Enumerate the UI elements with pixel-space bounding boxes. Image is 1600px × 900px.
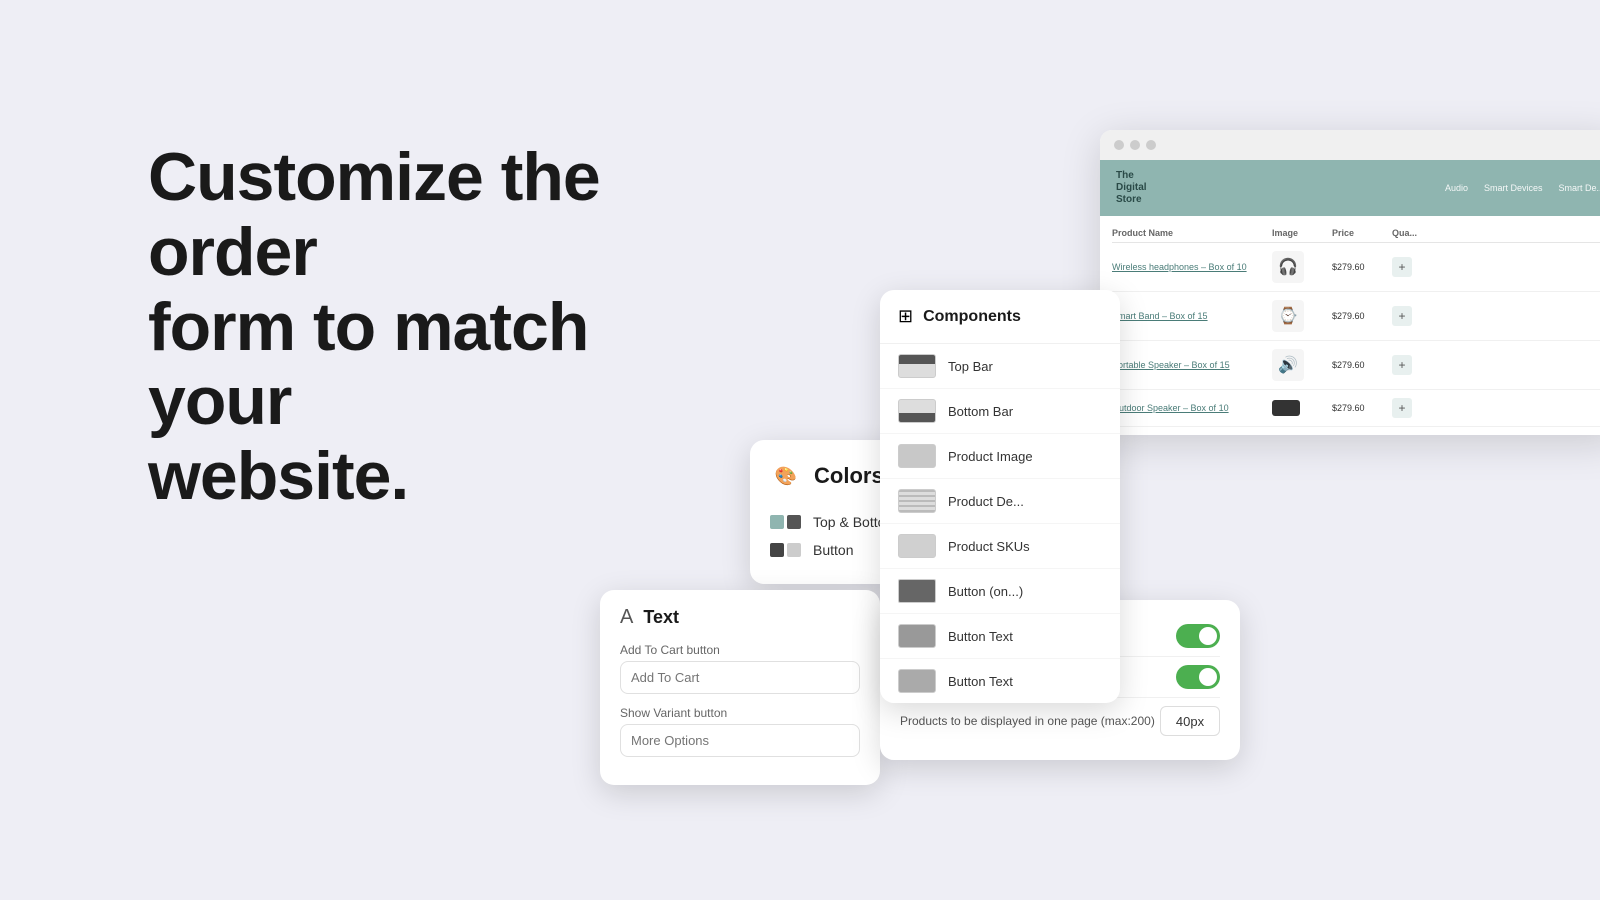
product-price-2: $279.60 <box>1332 360 1392 370</box>
component-item-prodde[interactable]: Product De... <box>880 479 1120 524</box>
product-price-0: $279.60 <box>1332 262 1392 272</box>
buttonon-preview <box>898 579 936 603</box>
table-row: Outdoor Speaker – Box of 10 $279.60 + <box>1112 390 1600 427</box>
bottombar-label: Bottom Bar <box>948 404 1013 419</box>
prodsku-label: Product SKUs <box>948 539 1030 554</box>
button-label: Button <box>813 542 853 558</box>
qty-btn-0[interactable]: + <box>1392 257 1412 277</box>
browser-dot-2 <box>1130 140 1140 150</box>
products-per-page-row: Products to be displayed in one page (ma… <box>900 698 1220 744</box>
product-price-3: $279.60 <box>1332 403 1392 413</box>
variant-images-toggle[interactable] <box>1176 624 1220 648</box>
store-nav-item-smart[interactable]: Smart Devices <box>1484 183 1543 193</box>
buttontex1-preview <box>898 624 936 648</box>
browser-titlebar <box>1100 130 1600 160</box>
product-name-3[interactable]: Outdoor Speaker – Box of 10 <box>1112 403 1272 413</box>
store-nav: Audio Smart Devices Smart De... <box>1445 183 1600 193</box>
component-item-prodsku[interactable]: Product SKUs <box>880 524 1120 569</box>
col-price: Price <box>1332 228 1392 238</box>
qty-btn-1[interactable]: + <box>1392 306 1412 326</box>
products-per-page-label: Products to be displayed in one page (ma… <box>900 713 1155 730</box>
text-panel-header: A Text <box>620 606 860 629</box>
topbottom-swatch <box>770 515 801 529</box>
buttontex1-label: Button Text <box>948 629 1013 644</box>
add-to-cart-input[interactable] <box>620 661 860 694</box>
swatch-teal <box>770 515 784 529</box>
buttontex2-preview <box>898 669 936 693</box>
prodimg-label: Product Image <box>948 449 1033 464</box>
variant-skus-toggle[interactable] <box>1176 665 1220 689</box>
component-item-topbar[interactable]: Top Bar <box>880 344 1120 389</box>
prodde-preview <box>898 489 936 513</box>
table-header: Product Name Image Price Qua... <box>1112 224 1600 243</box>
col-product-name: Product Name <box>1112 228 1272 238</box>
component-item-buttontex1[interactable]: Button Text <box>880 614 1120 659</box>
topbar-preview <box>898 354 936 378</box>
component-item-buttontex2[interactable]: Button Text <box>880 659 1120 703</box>
hero-section: Customize the order form to match your w… <box>148 140 708 514</box>
components-header: ⊞ Components <box>880 290 1120 344</box>
prodde-label: Product De... <box>948 494 1024 509</box>
products-per-page-input[interactable] <box>1160 706 1220 736</box>
prodimg-preview <box>898 444 936 468</box>
product-name-1[interactable]: Smart Band – Box of 15 <box>1112 311 1272 321</box>
browser-dot-1 <box>1114 140 1124 150</box>
swatch-btn-dark <box>770 543 784 557</box>
text-icon: A <box>620 606 633 629</box>
table-row: Portable Speaker – Box of 15 🔊 $279.60 + <box>1112 341 1600 390</box>
product-price-1: $279.60 <box>1332 311 1392 321</box>
store-nav-item-audio[interactable]: Audio <box>1445 183 1468 193</box>
product-name-2[interactable]: Portable Speaker – Box of 15 <box>1112 360 1272 370</box>
component-item-bottombar[interactable]: Bottom Bar <box>880 389 1120 434</box>
components-icon: ⊞ <box>898 306 913 327</box>
store-logo: The Digital Store <box>1116 170 1147 206</box>
col-qty: Qua... <box>1392 228 1442 238</box>
topbar-label: Top Bar <box>948 359 993 374</box>
col-image: Image <box>1272 228 1332 238</box>
component-item-prodimg[interactable]: Product Image <box>880 434 1120 479</box>
store-header: The Digital Store Audio Smart Devices Sm… <box>1100 160 1600 216</box>
show-variant-label: Show Variant button <box>620 706 860 720</box>
components-title: Components <box>923 308 1021 326</box>
store-table: Product Name Image Price Qua... Wireless… <box>1100 216 1600 435</box>
table-row: Smart Band – Box of 15 ⌚ $279.60 + <box>1112 292 1600 341</box>
swatch-btn-light <box>787 543 801 557</box>
buttontex2-label: Button Text <box>948 674 1013 689</box>
qty-btn-3[interactable]: + <box>1392 398 1412 418</box>
colors-title: Colors <box>814 463 884 489</box>
product-img-3 <box>1272 400 1300 416</box>
add-to-cart-label: Add To Cart button <box>620 643 860 657</box>
show-variant-input[interactable] <box>620 724 860 757</box>
product-name-0[interactable]: Wireless headphones – Box of 10 <box>1112 262 1272 272</box>
swatch-dark <box>787 515 801 529</box>
components-panel: ⊞ Components Top Bar Bottom Bar Product … <box>880 290 1120 703</box>
bottombar-preview <box>898 399 936 423</box>
hero-title: Customize the order form to match your w… <box>148 140 708 514</box>
browser-content: The Digital Store Audio Smart Devices Sm… <box>1100 160 1600 435</box>
button-swatch <box>770 543 801 557</box>
table-row: Wireless headphones – Box of 10 🎧 $279.6… <box>1112 243 1600 292</box>
product-img-0: 🎧 <box>1272 251 1304 283</box>
component-item-buttonon[interactable]: Button (on...) <box>880 569 1120 614</box>
palette-icon: 🎨 <box>770 460 802 492</box>
qty-btn-2[interactable]: + <box>1392 355 1412 375</box>
store-nav-item-smart2[interactable]: Smart De... <box>1558 183 1600 193</box>
product-img-2: 🔊 <box>1272 349 1304 381</box>
product-img-1: ⌚ <box>1272 300 1304 332</box>
prodsku-preview <box>898 534 936 558</box>
browser-window: The Digital Store Audio Smart Devices Sm… <box>1100 130 1600 435</box>
text-panel-title: Text <box>643 607 679 628</box>
buttonon-label: Button (on...) <box>948 584 1023 599</box>
browser-dot-3 <box>1146 140 1156 150</box>
text-panel: A Text Add To Cart button Show Variant b… <box>600 590 880 785</box>
